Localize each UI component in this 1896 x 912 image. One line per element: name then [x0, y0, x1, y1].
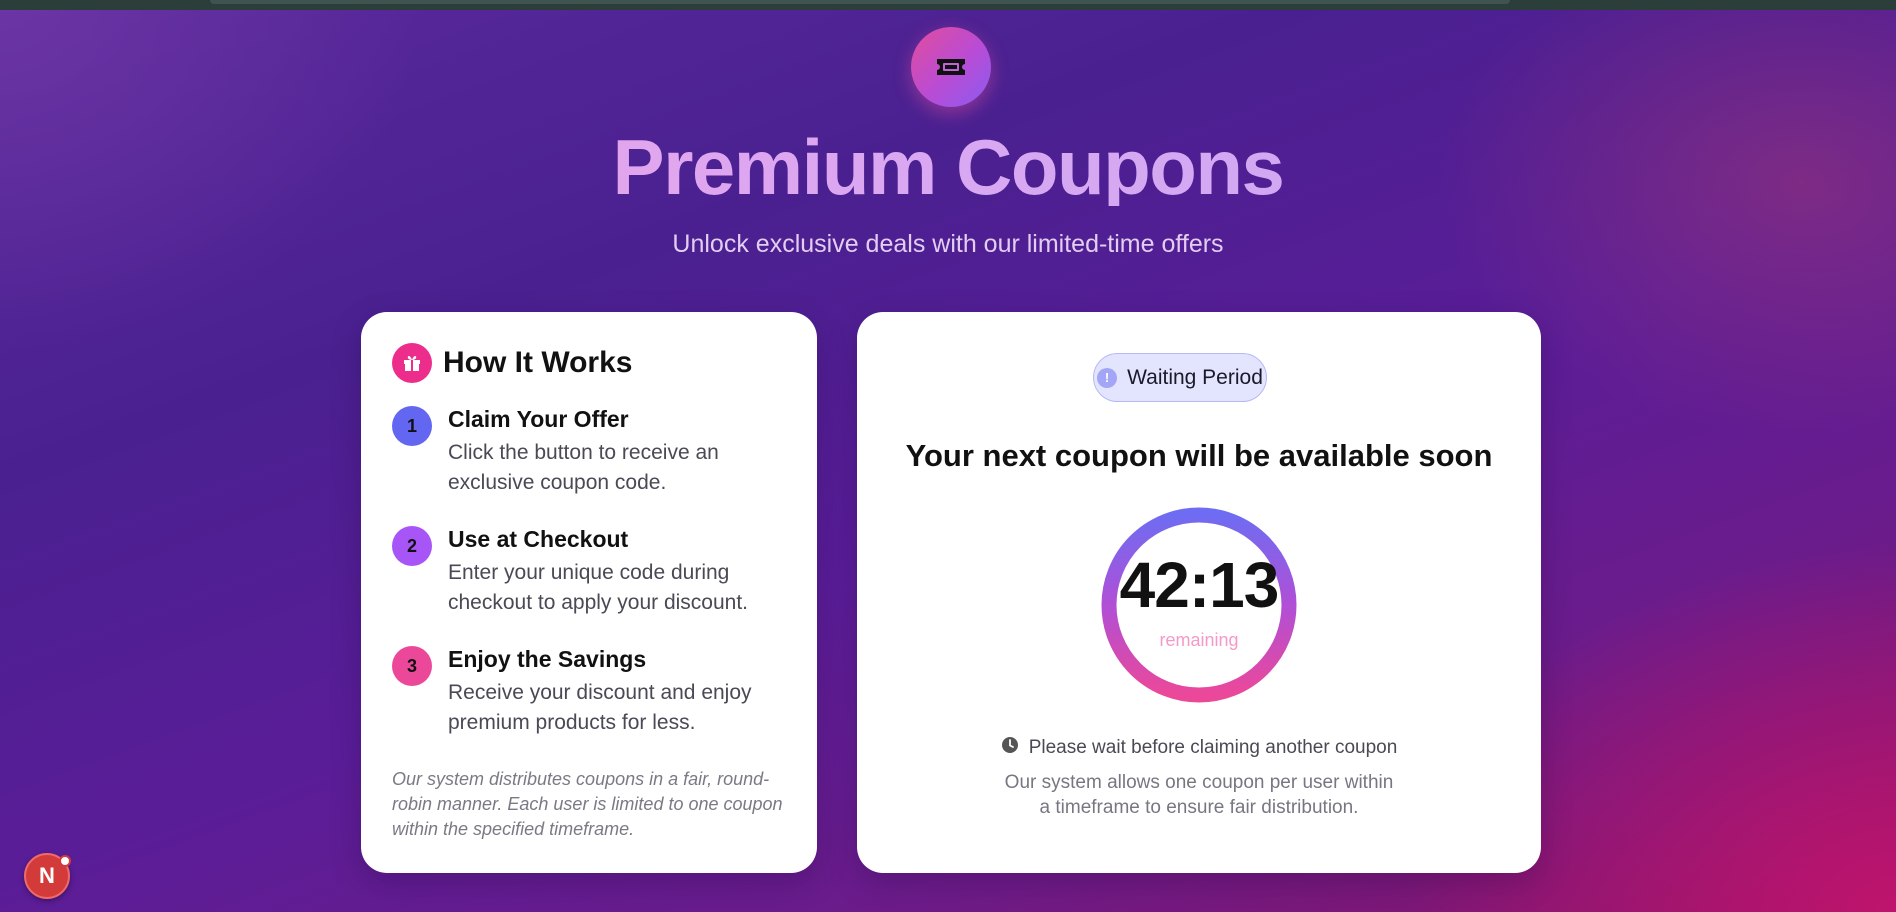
how-it-works-title: How It Works	[443, 346, 633, 379]
notification-dot	[59, 855, 71, 867]
dev-indicator-letter: N	[39, 863, 55, 888]
clock-icon	[1001, 736, 1019, 759]
how-it-works-card: How It Works 1 Claim Your Offer Click th…	[361, 312, 817, 873]
browser-top-strip	[0, 0, 1896, 10]
step-description: Receive your discount and enjoy premium …	[448, 681, 752, 734]
step-title: Enjoy the Savings	[448, 646, 647, 672]
step-number-badge: 1	[392, 406, 432, 446]
countdown-label: remaining	[1159, 630, 1239, 650]
wait-note: Please wait before claiming another coup…	[857, 736, 1541, 759]
wait-explanation: Our system allows one coupon per user wi…	[1004, 772, 1394, 818]
status-label: Waiting Period	[1127, 365, 1263, 389]
waiting-heading: Your next coupon will be available soon	[905, 438, 1493, 473]
page-subtitle: Unlock exclusive deals with our limited-…	[672, 230, 1224, 258]
step-title: Use at Checkout	[448, 526, 629, 552]
status-badge: ! Waiting Period	[1093, 353, 1267, 402]
alert-circle-icon: !	[1097, 367, 1118, 388]
waiting-period-card: ! Waiting Period Your next coupon will b…	[857, 312, 1541, 873]
distribution-footnote: Our system distributes coupons in a fair…	[392, 769, 783, 839]
step-description: Click the button to receive an exclusive…	[448, 441, 719, 494]
countdown-value: 42:13	[1119, 549, 1280, 621]
countdown-timer: 42:13 remaining	[1101, 507, 1297, 703]
step-description: Enter your unique code during checkout t…	[448, 561, 749, 614]
top-strip-bar	[210, 0, 1510, 4]
step-number-badge: 2	[392, 526, 432, 566]
wait-note-text: Please wait before claiming another coup…	[1028, 736, 1398, 758]
step-number-badge: 3	[392, 646, 432, 686]
gift-icon	[392, 343, 432, 383]
page-title: Premium Coupons	[0, 128, 1896, 206]
step-title: Claim Your Offer	[448, 406, 629, 432]
how-it-works-header: How It Works	[392, 343, 632, 383]
ticket-icon	[911, 27, 991, 107]
